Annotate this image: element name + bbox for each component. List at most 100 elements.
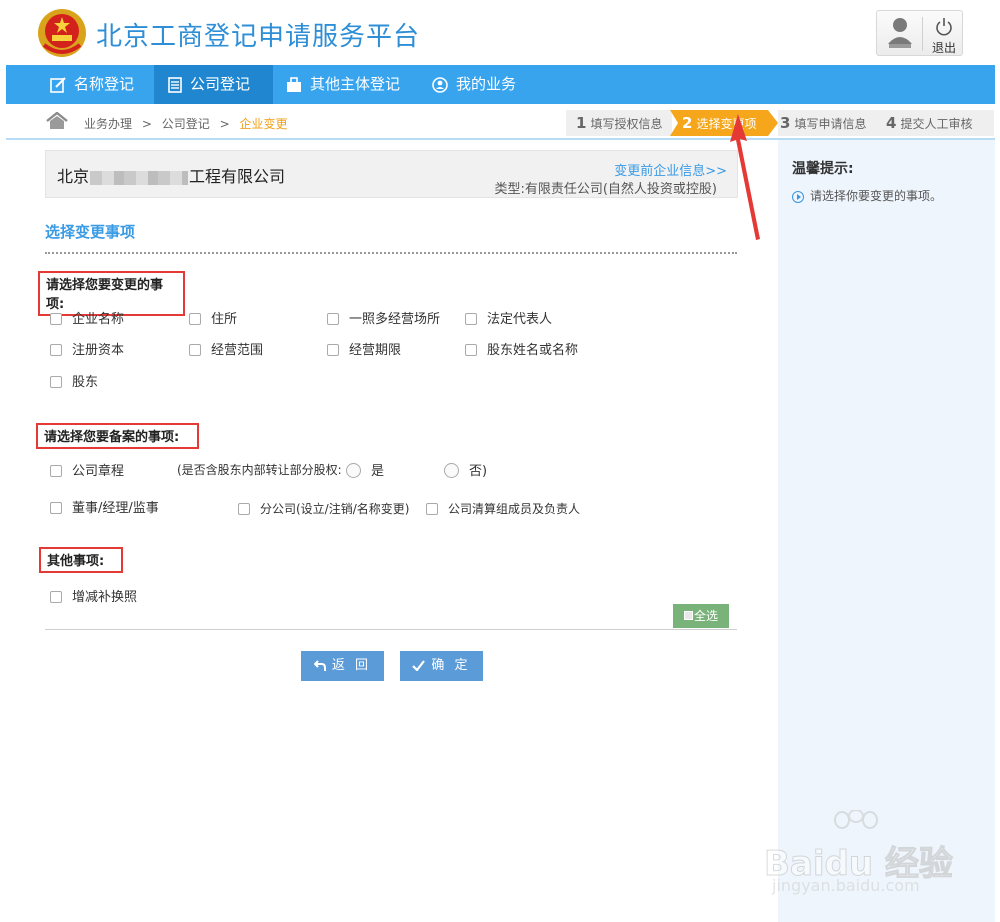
- checkbox[interactable]: [327, 343, 339, 356]
- back-label: 返 回: [331, 658, 372, 673]
- tips-sidebar: 温馨提示: 请选择你要变更的事项。: [778, 140, 995, 922]
- breadcrumb: 业务办理 > 公司登记 > 企业变更: [84, 115, 287, 132]
- option-label: 公司章程: [72, 464, 125, 479]
- nav-label: 其他主体登记: [310, 75, 401, 93]
- checkbox[interactable]: [238, 502, 250, 515]
- edit-icon: [50, 76, 66, 93]
- checkbox[interactable]: [50, 590, 62, 603]
- checkbox[interactable]: [50, 501, 62, 514]
- logout-label: 退出: [931, 41, 956, 55]
- company-type: 类型:有限责任公司(自然人投资或控股): [494, 182, 717, 197]
- redacted-text: [90, 170, 189, 185]
- radio[interactable]: [346, 463, 361, 478]
- equity-transfer-question: (是否含股东内部转让部分股权:: [177, 463, 342, 477]
- checkbox[interactable]: [426, 502, 438, 515]
- step-number: 4: [886, 114, 897, 132]
- undo-icon: [313, 659, 326, 671]
- option-multi-premises[interactable]: 一照多经营场所: [327, 311, 440, 329]
- dotted-divider: [45, 252, 737, 254]
- divider: [922, 17, 923, 51]
- annotation-arrow: [730, 114, 760, 240]
- option-label: 经营范围: [211, 343, 264, 358]
- tips-title: 温馨提示:: [792, 161, 854, 177]
- checkbox[interactable]: [465, 312, 477, 325]
- confirm-button[interactable]: 确 定: [400, 651, 483, 681]
- breadcrumb-item-current: 企业变更: [239, 117, 288, 131]
- radio-yes[interactable]: 是: [346, 463, 384, 481]
- option-directors[interactable]: 董事/经理/监事: [50, 500, 159, 518]
- power-icon: [936, 18, 952, 36]
- option-address[interactable]: 住所: [189, 311, 237, 329]
- step-4: 4 提交人工审核: [880, 110, 994, 136]
- company-name: 北京 工程有限公司: [57, 163, 285, 187]
- back-button[interactable]: 返 回: [301, 651, 384, 681]
- option-company-name[interactable]: 企业名称: [50, 311, 124, 329]
- step-number: 3: [780, 114, 791, 132]
- nav-my-business[interactable]: 我的业务: [432, 65, 532, 104]
- option-business-scope[interactable]: 经营范围: [189, 342, 263, 360]
- home-icon[interactable]: [46, 112, 68, 130]
- divider: [45, 629, 737, 630]
- briefcase-icon: [287, 76, 301, 92]
- option-label: 否): [469, 464, 488, 479]
- document-icon: [168, 76, 182, 93]
- breadcrumb-item-company[interactable]: 公司登记: [162, 117, 210, 131]
- select-all-label: 全选: [693, 609, 718, 623]
- option-business-term[interactable]: 经营期限: [327, 342, 401, 360]
- option-liquidation[interactable]: 公司清算组成员及负责人: [426, 500, 580, 518]
- option-label: 分公司(设立/注销/名称变更): [260, 502, 410, 516]
- checkbox[interactable]: [50, 343, 62, 356]
- option-label: 住所: [211, 312, 238, 327]
- nav-label: 公司登记: [190, 75, 251, 93]
- nav-other-entity-registration[interactable]: 其他主体登记: [286, 65, 414, 104]
- option-label: 企业名称: [72, 312, 125, 327]
- option-label: 经营期限: [349, 343, 402, 358]
- checkbox[interactable]: [50, 375, 62, 388]
- user-panel: 退出: [876, 10, 963, 56]
- watermark-url: jingyan.baidu.com: [772, 876, 920, 895]
- step-number: 1: [576, 114, 587, 132]
- step-label: 提交人工审核: [900, 117, 973, 131]
- radio-no[interactable]: 否): [444, 463, 487, 481]
- logout-button[interactable]: 退出: [927, 14, 961, 55]
- option-articles[interactable]: 公司章程: [50, 463, 124, 481]
- option-legal-rep[interactable]: 法定代表人: [465, 311, 552, 329]
- option-shareholder[interactable]: 股东: [50, 374, 98, 392]
- step-3: 3 填写申请信息: [778, 110, 880, 136]
- national-emblem-icon: [38, 9, 86, 57]
- checkbox[interactable]: [189, 312, 201, 325]
- option-label: 一照多经营场所: [349, 312, 441, 327]
- change-items-label: 请选择您要变更的事项:: [38, 271, 185, 316]
- checkbox-icon: [683, 611, 693, 620]
- section-title: 选择变更事项: [45, 223, 136, 241]
- option-registered-capital[interactable]: 注册资本: [50, 342, 124, 360]
- user-icon[interactable]: [885, 16, 915, 50]
- nav-label: 我的业务: [456, 75, 517, 93]
- checkbox[interactable]: [189, 343, 201, 356]
- option-label: 注册资本: [72, 343, 125, 358]
- nav-name-registration[interactable]: 名称登记: [50, 65, 155, 104]
- main-nav: 名称登记 公司登记 其他主体登记 我的业务: [6, 65, 995, 104]
- option-shareholder-name[interactable]: 股东姓名或名称: [465, 342, 578, 360]
- confirm-label: 确 定: [431, 658, 471, 673]
- company-info: 北京 工程有限公司 变更前企业信息>> 类型:有限责任公司(自然人投资或控股): [45, 150, 738, 198]
- option-label: 是: [371, 464, 385, 479]
- company-name-suffix: 工程有限公司: [189, 167, 286, 186]
- step-1: 1 填写授权信息: [566, 110, 672, 136]
- checkbox[interactable]: [50, 312, 62, 325]
- option-branch[interactable]: 分公司(设立/注销/名称变更): [238, 500, 409, 518]
- checkbox[interactable]: [465, 343, 477, 356]
- user-circle-icon: [432, 76, 448, 93]
- record-items-label: 请选择您要备案的事项:: [36, 423, 199, 449]
- radio[interactable]: [444, 463, 459, 478]
- nav-company-registration[interactable]: 公司登记: [154, 65, 273, 104]
- checkbox[interactable]: [50, 464, 62, 477]
- company-name-prefix: 北京: [57, 167, 90, 186]
- breadcrumb-item-business[interactable]: 业务办理: [84, 117, 132, 131]
- step-label: 填写申请信息: [794, 117, 867, 131]
- select-all-button[interactable]: 全选: [673, 604, 729, 628]
- option-label: 董事/经理/监事: [72, 501, 159, 516]
- option-license-replacement[interactable]: 增减补换照: [50, 589, 137, 607]
- checkbox[interactable]: [327, 312, 339, 325]
- site-title: 北京工商登记申请服务平台: [96, 22, 421, 52]
